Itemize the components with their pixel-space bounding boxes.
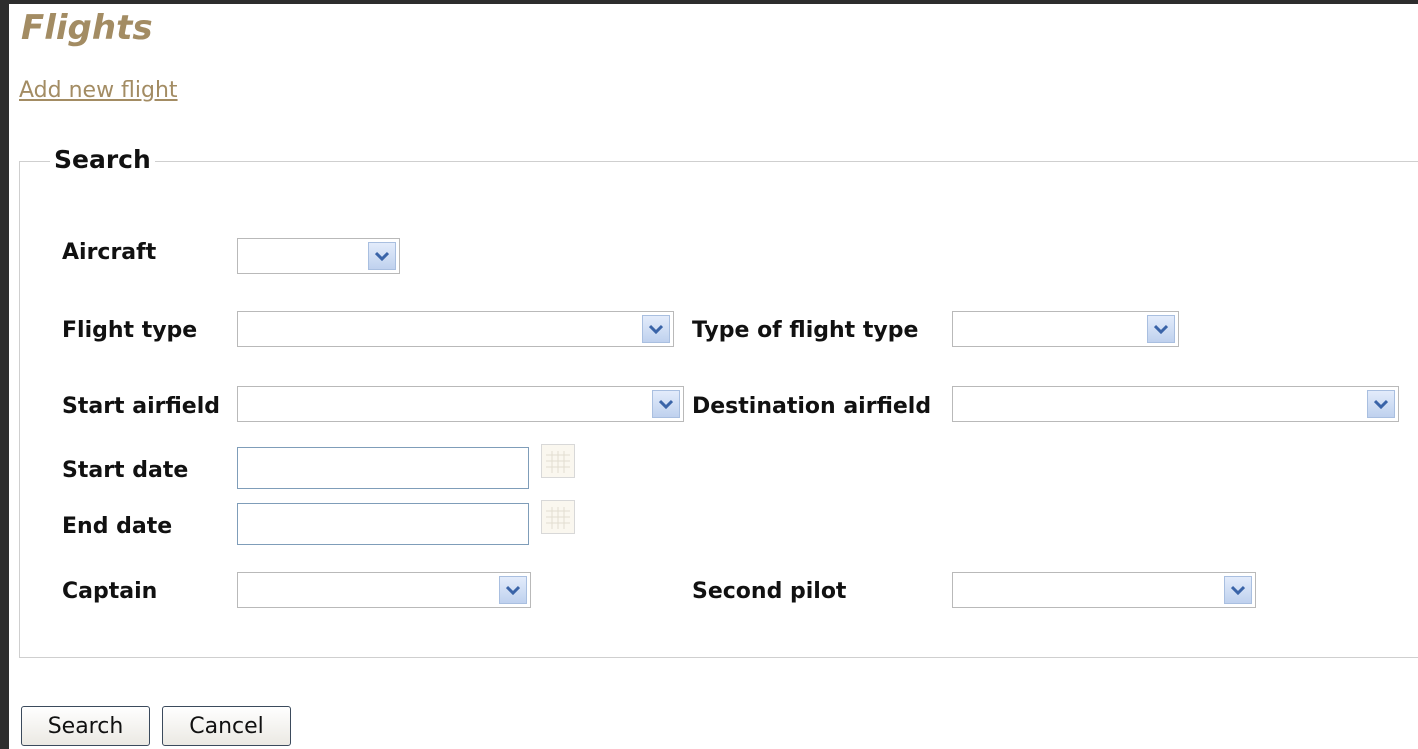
end-date-label: End date xyxy=(62,514,173,539)
start-airfield-label: Start airfield xyxy=(62,394,220,419)
aircraft-label: Aircraft xyxy=(62,240,157,265)
page-title: Flights xyxy=(21,8,153,48)
second-pilot-select[interactable] xyxy=(952,572,1256,608)
type-of-flight-type-select[interactable] xyxy=(952,311,1179,347)
chevron-down-icon[interactable] xyxy=(1224,576,1252,604)
add-new-flight-link[interactable]: Add new flight xyxy=(19,78,178,103)
start-airfield-select[interactable] xyxy=(237,386,684,422)
page: Flights Add new flight Search Aircraft F… xyxy=(9,4,1418,749)
destination-airfield-select[interactable] xyxy=(952,386,1399,422)
search-legend: Search xyxy=(50,145,155,174)
chevron-down-icon[interactable] xyxy=(368,242,396,270)
cancel-button[interactable]: Cancel xyxy=(162,706,291,746)
end-date-input[interactable] xyxy=(237,503,529,545)
chevron-down-icon[interactable] xyxy=(652,390,680,418)
captain-select[interactable] xyxy=(237,572,531,608)
calendar-icon[interactable] xyxy=(541,500,575,534)
aircraft-select[interactable] xyxy=(237,238,400,274)
second-pilot-label: Second pilot xyxy=(692,579,847,604)
chevron-down-icon[interactable] xyxy=(499,576,527,604)
flight-type-select[interactable] xyxy=(237,311,674,347)
start-date-label: Start date xyxy=(62,458,189,483)
destination-airfield-label: Destination airfield xyxy=(692,394,932,419)
flight-type-label: Flight type xyxy=(62,318,198,343)
chevron-down-icon[interactable] xyxy=(1367,390,1395,418)
chevron-down-icon[interactable] xyxy=(1147,315,1175,343)
type-of-flight-type-label: Type of flight type xyxy=(692,318,919,343)
calendar-icon[interactable] xyxy=(541,444,575,478)
start-date-input[interactable] xyxy=(237,447,529,489)
chevron-down-icon[interactable] xyxy=(642,315,670,343)
captain-label: Captain xyxy=(62,579,158,604)
search-button[interactable]: Search xyxy=(21,706,150,746)
